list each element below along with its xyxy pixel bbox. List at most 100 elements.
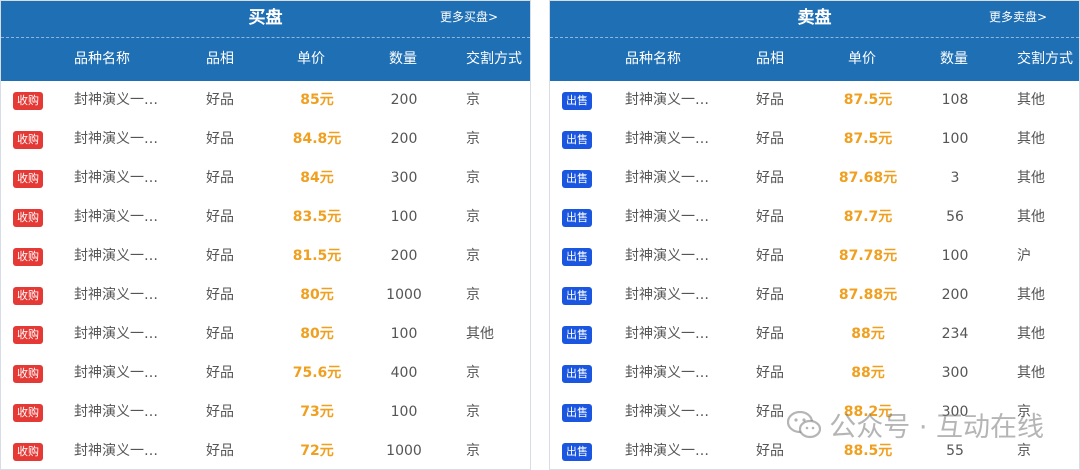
item-name[interactable]: 封神演义一… bbox=[74, 354, 158, 393]
table-row[interactable]: 出售 封神演义一… 好品 88元 234 其他 bbox=[550, 315, 1079, 354]
table-row[interactable]: 出售 封神演义一… 好品 87.78元 100 沪 bbox=[550, 237, 1079, 276]
item-qty: 100 bbox=[941, 131, 969, 147]
col-grade: 品相 bbox=[756, 51, 784, 67]
col-delivery: 交割方式 bbox=[1017, 51, 1073, 67]
sell-badge: 出售 bbox=[562, 92, 592, 110]
buy-badge: 收购 bbox=[13, 131, 43, 149]
item-name[interactable]: 封神演义一… bbox=[625, 237, 709, 276]
item-grade: 好品 bbox=[756, 209, 784, 225]
item-name[interactable]: 封神演义一… bbox=[74, 198, 158, 237]
item-delivery: 京 bbox=[466, 365, 480, 381]
item-name[interactable]: 封神演义一… bbox=[74, 432, 158, 469]
more-buy-link[interactable]: 更多买盘> bbox=[440, 1, 498, 38]
item-name[interactable]: 封神演义一… bbox=[74, 120, 158, 159]
table-row[interactable]: 出售 封神演义一… 好品 87.7元 56 其他 bbox=[550, 198, 1079, 237]
item-grade: 好品 bbox=[206, 92, 234, 108]
buy-panel-header: 买盘 更多买盘> bbox=[1, 1, 530, 38]
col-delivery: 交割方式 bbox=[466, 51, 522, 67]
table-row[interactable]: 收购 封神演义一… 好品 83.5元 100 京 bbox=[1, 198, 530, 237]
table-row[interactable]: 收购 封神演义一… 好品 84.8元 200 京 bbox=[1, 120, 530, 159]
wechat-icon bbox=[787, 410, 822, 439]
item-qty: 200 bbox=[390, 131, 418, 147]
item-price: 87.88元 bbox=[838, 287, 898, 303]
buy-badge: 收购 bbox=[13, 92, 43, 110]
item-name[interactable]: 封神演义一… bbox=[625, 198, 709, 237]
item-name[interactable]: 封神演义一… bbox=[625, 354, 709, 393]
buy-badge: 收购 bbox=[13, 248, 43, 266]
item-qty: 108 bbox=[941, 92, 969, 108]
table-row[interactable]: 出售 封神演义一… 好品 87.5元 100 其他 bbox=[550, 120, 1079, 159]
table-row[interactable]: 收购 封神演义一… 好品 80元 1000 京 bbox=[1, 276, 530, 315]
item-grade: 好品 bbox=[756, 131, 784, 147]
item-price: 80元 bbox=[300, 326, 334, 342]
item-grade: 好品 bbox=[206, 404, 234, 420]
item-grade: 好品 bbox=[206, 287, 234, 303]
item-name[interactable]: 封神演义一… bbox=[74, 276, 158, 315]
item-delivery: 其他 bbox=[1017, 170, 1045, 186]
item-qty: 400 bbox=[390, 365, 418, 381]
item-delivery: 其他 bbox=[1017, 131, 1045, 147]
item-grade: 好品 bbox=[756, 365, 784, 381]
item-qty: 300 bbox=[390, 170, 418, 186]
item-name[interactable]: 封神演义一… bbox=[74, 315, 158, 354]
item-name[interactable]: 封神演义一… bbox=[74, 393, 158, 432]
table-row[interactable]: 收购 封神演义一… 好品 75.6元 400 京 bbox=[1, 354, 530, 393]
item-delivery: 京 bbox=[466, 92, 480, 108]
item-name[interactable]: 封神演义一… bbox=[625, 315, 709, 354]
item-name[interactable]: 封神演义一… bbox=[74, 159, 158, 198]
item-qty: 3 bbox=[950, 170, 960, 186]
item-grade: 好品 bbox=[206, 248, 234, 264]
table-row[interactable]: 出售 封神演义一… 好品 88元 300 其他 bbox=[550, 354, 1079, 393]
item-grade: 好品 bbox=[756, 404, 784, 420]
col-price: 单价 bbox=[848, 51, 876, 67]
item-name[interactable]: 封神演义一… bbox=[625, 159, 709, 198]
item-price: 87.78元 bbox=[838, 248, 898, 264]
item-name[interactable]: 封神演义一… bbox=[74, 81, 158, 120]
item-name[interactable]: 封神演义一… bbox=[625, 393, 709, 432]
item-name[interactable]: 封神演义一… bbox=[625, 120, 709, 159]
table-row[interactable]: 出售 封神演义一… 好品 87.68元 3 其他 bbox=[550, 159, 1079, 198]
item-grade: 好品 bbox=[206, 365, 234, 381]
item-name[interactable]: 封神演义一… bbox=[625, 432, 709, 469]
buy-badge: 收购 bbox=[13, 326, 43, 344]
item-qty: 200 bbox=[941, 287, 969, 303]
item-grade: 好品 bbox=[206, 131, 234, 147]
item-price: 87.5元 bbox=[843, 131, 893, 147]
table-row[interactable]: 收购 封神演义一… 好品 81.5元 200 京 bbox=[1, 237, 530, 276]
item-qty: 100 bbox=[390, 209, 418, 225]
item-grade: 好品 bbox=[756, 287, 784, 303]
table-row[interactable]: 收购 封神演义一… 好品 80元 100 其他 bbox=[1, 315, 530, 354]
table-row[interactable]: 收购 封神演义一… 好品 72元 1000 京 bbox=[1, 432, 530, 469]
item-delivery: 沪 bbox=[1017, 248, 1031, 264]
item-qty: 100 bbox=[390, 404, 418, 420]
sell-column-header: 品种名称 品相 单价 数量 交割方式 bbox=[550, 38, 1079, 81]
item-qty: 200 bbox=[390, 92, 418, 108]
col-qty: 数量 bbox=[389, 51, 417, 67]
item-grade: 好品 bbox=[756, 443, 784, 459]
col-grade: 品相 bbox=[206, 51, 234, 67]
item-delivery: 其他 bbox=[1017, 209, 1045, 225]
table-row[interactable]: 出售 封神演义一… 好品 87.88元 200 其他 bbox=[550, 276, 1079, 315]
item-qty: 100 bbox=[390, 326, 418, 342]
item-price: 84.8元 bbox=[292, 131, 342, 147]
sell-panel: 卖盘 更多卖盘> 品种名称 品相 单价 数量 交割方式 出售 封神演义一… 好品 87… bbox=[549, 0, 1080, 470]
table-row[interactable]: 出售 封神演义一… 好品 87.5元 108 其他 bbox=[550, 81, 1079, 120]
item-qty: 234 bbox=[941, 326, 969, 342]
table-row[interactable]: 收购 封神演义一… 好品 85元 200 京 bbox=[1, 81, 530, 120]
item-delivery: 京 bbox=[466, 170, 480, 186]
item-price: 87.68元 bbox=[838, 170, 898, 186]
buy-badge: 收购 bbox=[13, 170, 43, 188]
item-name[interactable]: 封神演义一… bbox=[625, 81, 709, 120]
item-name[interactable]: 封神演义一… bbox=[74, 237, 158, 276]
table-row[interactable]: 收购 封神演义一… 好品 84元 300 京 bbox=[1, 159, 530, 198]
item-name[interactable]: 封神演义一… bbox=[625, 276, 709, 315]
item-qty: 200 bbox=[390, 248, 418, 264]
item-price: 75.6元 bbox=[292, 365, 342, 381]
item-grade: 好品 bbox=[756, 326, 784, 342]
item-price: 88元 bbox=[851, 365, 885, 381]
item-grade: 好品 bbox=[756, 248, 784, 264]
more-sell-link[interactable]: 更多卖盘> bbox=[989, 1, 1047, 38]
table-row[interactable]: 收购 封神演义一… 好品 73元 100 京 bbox=[1, 393, 530, 432]
sell-badge: 出售 bbox=[562, 443, 592, 461]
item-price: 87.7元 bbox=[843, 209, 893, 225]
